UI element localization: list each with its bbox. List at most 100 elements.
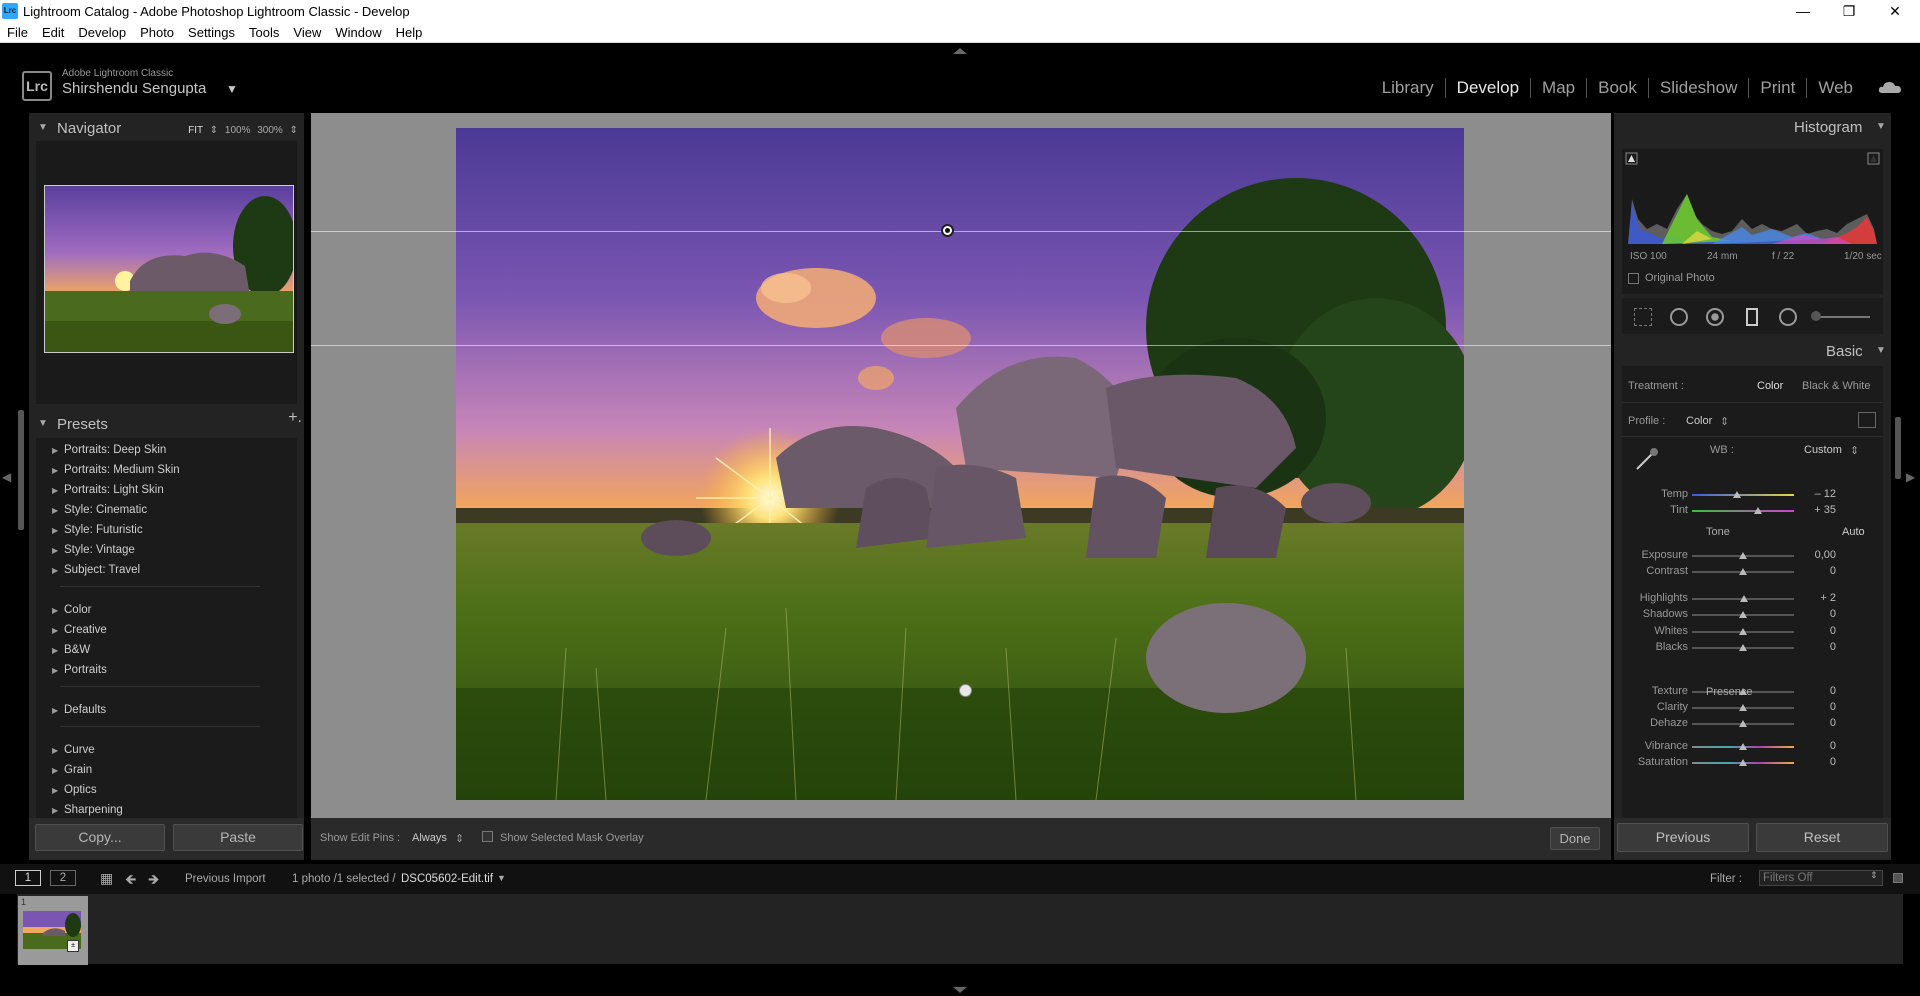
collapse-triangle-icon[interactable]: ▼ bbox=[38, 122, 48, 133]
gradient-line-bottom[interactable] bbox=[311, 345, 1611, 346]
paste-button[interactable]: Paste bbox=[173, 824, 303, 851]
blacks-value[interactable]: 0 bbox=[1796, 641, 1836, 653]
preset-group[interactable]: ▶ Subject: Travel bbox=[52, 564, 140, 576]
menu-window[interactable]: Window bbox=[328, 22, 388, 40]
temp-value[interactable]: – 12 bbox=[1796, 488, 1836, 500]
zoom-fit[interactable]: FIT bbox=[188, 125, 203, 136]
menu-photo[interactable]: Photo bbox=[133, 22, 181, 40]
exposure-value[interactable]: 0,00 bbox=[1796, 549, 1836, 561]
preset-group[interactable]: ▶ Portraits bbox=[52, 664, 107, 676]
collapse-triangle-icon[interactable]: ▼ bbox=[1876, 345, 1886, 356]
preset-group[interactable]: ▶ B&W bbox=[52, 644, 90, 656]
preset-group[interactable]: ▶ Portraits: Deep Skin bbox=[52, 444, 166, 456]
exposure-slider-knob[interactable] bbox=[1739, 552, 1747, 559]
collapse-triangle-icon[interactable]: ▼ bbox=[38, 418, 48, 429]
tint-slider[interactable] bbox=[1692, 510, 1794, 512]
module-map[interactable]: Map bbox=[1531, 78, 1588, 98]
preset-group[interactable]: ▶ Optics bbox=[52, 784, 97, 796]
treatment-bw[interactable]: Black & White bbox=[1802, 380, 1870, 392]
wb-select[interactable]: Custom bbox=[1804, 444, 1842, 456]
close-icon[interactable]: ✕ bbox=[1872, 0, 1918, 22]
chevron-down-icon[interactable]: ▼ bbox=[226, 82, 238, 96]
main-window-button[interactable]: 1 bbox=[15, 870, 41, 886]
contrast-value[interactable]: 0 bbox=[1796, 565, 1836, 577]
blacks-slider-knob[interactable] bbox=[1739, 644, 1747, 651]
right-panel-toggle-icon[interactable]: ▶ bbox=[1906, 470, 1915, 484]
texture-value[interactable]: 0 bbox=[1796, 685, 1836, 697]
chevron-updown-icon[interactable]: ⇕ bbox=[1720, 415, 1729, 428]
menu-settings[interactable]: Settings bbox=[181, 22, 242, 40]
menu-tools[interactable]: Tools bbox=[242, 22, 286, 40]
dehaze-slider-knob[interactable] bbox=[1739, 720, 1747, 727]
add-preset-icon[interactable]: +. bbox=[288, 409, 302, 427]
previous-button[interactable]: Previous bbox=[1617, 823, 1749, 852]
whites-slider-knob[interactable] bbox=[1739, 628, 1747, 635]
white-balance-selector-icon[interactable] bbox=[1634, 446, 1660, 472]
reset-button[interactable]: Reset bbox=[1756, 823, 1888, 852]
highlights-value[interactable]: + 2 bbox=[1796, 592, 1836, 604]
module-book[interactable]: Book bbox=[1587, 78, 1649, 98]
menu-edit[interactable]: Edit bbox=[35, 22, 71, 40]
chevron-updown-icon[interactable]: ⇕ bbox=[1870, 870, 1878, 881]
collapse-triangle-icon[interactable]: ▼ bbox=[1876, 121, 1886, 132]
saturation-value[interactable]: 0 bbox=[1796, 756, 1836, 768]
grid-view-icon[interactable]: ▦ bbox=[100, 870, 113, 887]
gradient-line-top[interactable] bbox=[311, 231, 1611, 232]
left-panel-toggle-icon[interactable]: ◀ bbox=[2, 470, 11, 484]
menu-develop[interactable]: Develop bbox=[71, 22, 133, 40]
module-web[interactable]: Web bbox=[1807, 78, 1864, 98]
menu-file[interactable]: File bbox=[0, 22, 35, 40]
preset-group[interactable]: ▶ Style: Cinematic bbox=[52, 504, 147, 516]
filmstrip-thumbnail[interactable]: 1 ± bbox=[18, 896, 88, 965]
clarity-slider-knob[interactable] bbox=[1739, 704, 1747, 711]
preset-group[interactable]: ▶ Creative bbox=[52, 624, 107, 636]
preset-group[interactable]: ▶ Curve bbox=[52, 744, 95, 756]
menu-view[interactable]: View bbox=[286, 22, 328, 40]
preset-group[interactable]: ▶ Defaults bbox=[52, 704, 106, 716]
source-label[interactable]: Previous Import bbox=[185, 873, 266, 885]
vibrance-slider-knob[interactable] bbox=[1739, 743, 1747, 750]
restore-icon[interactable]: ❐ bbox=[1826, 0, 1872, 22]
zoom-100[interactable]: 100% bbox=[225, 125, 251, 136]
edit-pin-icon[interactable] bbox=[941, 224, 954, 237]
shadows-slider-knob[interactable] bbox=[1739, 611, 1747, 618]
tint-slider-knob[interactable] bbox=[1754, 507, 1763, 514]
temp-slider[interactable] bbox=[1692, 494, 1794, 496]
zoom-300[interactable]: 300% bbox=[257, 125, 283, 136]
tint-value[interactable]: + 35 bbox=[1796, 504, 1836, 516]
profile-browser-icon[interactable] bbox=[1858, 412, 1876, 428]
navigator-preview[interactable] bbox=[36, 141, 297, 404]
crop-icon[interactable] bbox=[1634, 308, 1652, 326]
healing-icon[interactable] bbox=[1670, 308, 1688, 326]
brush-icon[interactable] bbox=[1815, 316, 1870, 318]
forward-arrow-icon[interactable]: 🡺 bbox=[148, 869, 159, 893]
right-scrollbar[interactable] bbox=[1895, 417, 1901, 479]
module-develop[interactable]: Develop bbox=[1446, 78, 1532, 98]
navigator-thumbnail[interactable] bbox=[44, 185, 294, 353]
preset-group[interactable]: ▶ Portraits: Light Skin bbox=[52, 484, 164, 496]
temp-slider-knob[interactable] bbox=[1732, 491, 1741, 498]
bottom-panel-toggle-icon[interactable] bbox=[953, 987, 967, 993]
radial-filter-icon[interactable] bbox=[1779, 308, 1797, 326]
edit-pin-icon[interactable] bbox=[959, 684, 972, 697]
histogram[interactable]: ISO 100 24 mm f / 22 1/20 sec Original P… bbox=[1622, 149, 1883, 294]
preset-group[interactable]: ▶ Portraits: Medium Skin bbox=[52, 464, 180, 476]
cloud-icon[interactable] bbox=[1878, 80, 1902, 94]
module-slideshow[interactable]: Slideshow bbox=[1649, 78, 1750, 98]
profile-select[interactable]: Color bbox=[1686, 415, 1712, 427]
menu-help[interactable]: Help bbox=[389, 22, 430, 40]
second-window-button[interactable]: 2 bbox=[50, 870, 76, 886]
left-scrollbar[interactable] bbox=[18, 410, 24, 530]
chevron-down-icon[interactable]: ▼ bbox=[497, 873, 506, 883]
original-photo-checkbox[interactable] bbox=[1628, 273, 1639, 284]
preset-group[interactable]: ▶ Style: Futuristic bbox=[52, 524, 143, 536]
module-print[interactable]: Print bbox=[1749, 78, 1808, 98]
edit-pins-select[interactable]: Always bbox=[412, 832, 447, 844]
shadows-value[interactable]: 0 bbox=[1796, 608, 1836, 620]
clarity-value[interactable]: 0 bbox=[1796, 701, 1836, 713]
preset-group[interactable]: ▶ Grain bbox=[52, 764, 92, 776]
navigator-header[interactable]: ▼ Navigator FIT ⇕ 100% 300% ⇕ bbox=[29, 117, 304, 139]
chevron-updown-icon[interactable]: ⇕ bbox=[455, 832, 464, 845]
minimize-icon[interactable]: — bbox=[1780, 0, 1826, 22]
filter-select[interactable]: Filters Off bbox=[1759, 870, 1883, 886]
